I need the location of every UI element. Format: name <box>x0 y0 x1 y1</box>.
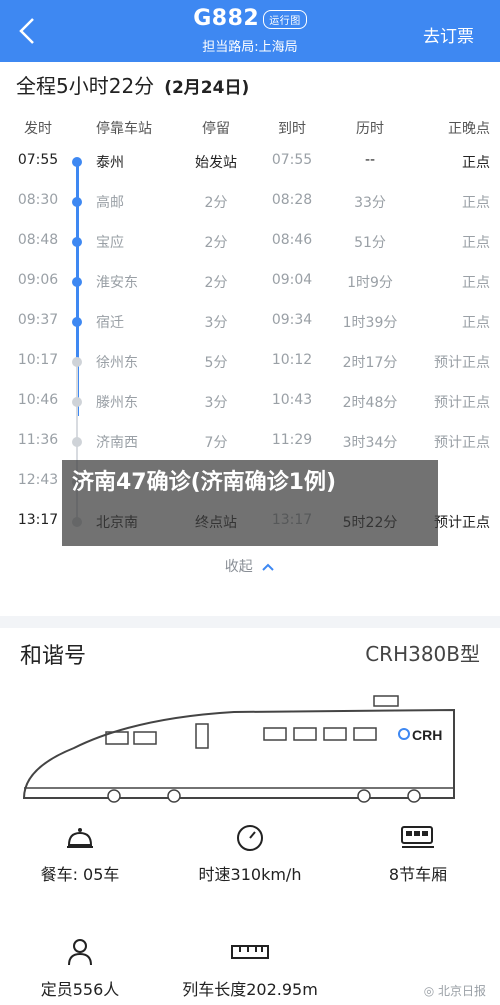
elapsed: 1时39分 <box>342 315 398 331</box>
watermark: ◎ 北京日报 <box>423 984 486 998</box>
dep-time: 09:06 <box>17 272 59 288</box>
arr-time: 08:28 <box>271 192 313 208</box>
elapsed: -- <box>364 152 376 168</box>
col-header-duration: 历时 <box>356 121 384 137</box>
elapsed: 3时34分 <box>342 435 398 451</box>
ruler-icon <box>231 945 269 959</box>
book-ticket-button[interactable]: 去订票 <box>423 22 474 47</box>
schedule-date: (2月24日) <box>164 78 250 98</box>
stay-duration: 7分 <box>204 435 228 451</box>
elapsed: 51分 <box>354 235 386 251</box>
dep-time: 08:48 <box>17 232 59 248</box>
speedometer-icon <box>237 825 263 851</box>
news-headline: 济南47确诊(济南确诊1例) <box>72 470 337 495</box>
timeline-dot <box>72 157 82 167</box>
timeline-dot <box>72 317 82 327</box>
station-name: 徐州东 <box>96 355 138 371</box>
stay-duration: 3分 <box>204 315 228 331</box>
punctuality: 预计正点 <box>434 355 490 371</box>
chevron-up-icon <box>262 563 274 571</box>
run-chart-badge[interactable]: 运行图 <box>263 9 307 29</box>
stay-duration: 2分 <box>204 195 228 211</box>
arr-time: 09:04 <box>271 272 313 288</box>
dep-time: 09:37 <box>17 312 59 328</box>
schedule-summary: 全程5小时22分 (2月24日) <box>16 74 250 98</box>
dep-time: 12:43 <box>17 472 59 488</box>
stay-duration: 3分 <box>204 395 228 411</box>
punctuality: 正点 <box>462 235 490 251</box>
train-brand: 和谐号 <box>20 644 87 669</box>
car-count-info: 8节车厢 <box>338 823 498 885</box>
capacity-label: 定员556人 <box>40 980 120 999</box>
col-header-station: 停靠车站 <box>96 121 152 137</box>
station-name: 淮安东 <box>96 275 138 291</box>
timeline-dot <box>72 397 82 407</box>
length-label: 列车长度202.95m <box>182 980 318 999</box>
punctuality: 预计正点 <box>434 395 490 411</box>
dep-time: 11:36 <box>17 432 59 448</box>
capacity-info: 定员556人 <box>0 938 160 1000</box>
timeline-dot <box>72 197 82 207</box>
elapsed: 1时9分 <box>347 275 393 291</box>
punctuality: 正点 <box>462 155 490 171</box>
elapsed: 33分 <box>354 195 386 211</box>
timeline-dot <box>72 357 82 367</box>
arr-time: 08:46 <box>271 232 313 248</box>
arr-time: 10:12 <box>271 352 313 368</box>
arr-time: 10:43 <box>271 392 313 408</box>
train-illustration: CRH <box>22 695 455 803</box>
station-name: 济南西 <box>96 435 138 451</box>
punctuality: 预计正点 <box>434 435 490 451</box>
station-name: 泰州 <box>96 155 124 171</box>
col-header-stay: 停留 <box>202 121 230 137</box>
stay-duration: 5分 <box>204 355 228 371</box>
punctuality: 正点 <box>462 275 490 291</box>
timeline-dot <box>72 277 82 287</box>
train-car-icon <box>401 826 434 848</box>
punctuality: 正点 <box>462 315 490 331</box>
elapsed: 2时48分 <box>342 395 398 411</box>
col-header-punctuality: 正晚点 <box>448 121 490 137</box>
timeline-dot <box>72 437 82 447</box>
train-info-card: 和谐号 CRH380B型 CRH 餐车: 05车 时速310km/h 8节车厢 … <box>0 628 500 1005</box>
col-header-arr: 到时 <box>278 121 306 137</box>
arr-time: 09:34 <box>271 312 313 328</box>
dining-icon <box>67 828 93 848</box>
dep-time: 07:55 <box>17 152 59 168</box>
dep-time: 10:46 <box>17 392 59 408</box>
top-bar: G882 运行图 担当路局:上海局 去订票 <box>0 0 500 62</box>
stay-duration: 2分 <box>204 235 228 251</box>
person-icon <box>68 939 92 966</box>
dep-time: 10:17 <box>17 352 59 368</box>
arr-time: 11:29 <box>271 432 313 448</box>
arr-time: 07:55 <box>271 152 313 168</box>
news-caption-overlay: 济南47确诊(济南确诊1例) <box>62 460 438 546</box>
car-count-label: 8节车厢 <box>388 865 448 884</box>
timeline-dot <box>72 237 82 247</box>
dining-car-info: 餐车: 05车 <box>0 823 160 885</box>
col-header-dep: 发时 <box>24 121 52 137</box>
dep-time: 08:30 <box>17 192 59 208</box>
collapse-button[interactable]: 收起 <box>0 556 500 576</box>
punctuality: 正点 <box>462 195 490 211</box>
station-name: 滕州东 <box>96 395 138 411</box>
station-name: 宿迁 <box>96 315 124 331</box>
stay-duration: 2分 <box>204 275 228 291</box>
train-model: CRH380B型 <box>365 642 480 666</box>
crh-logo: CRH <box>412 727 442 743</box>
station-name: 宝应 <box>96 235 124 251</box>
dining-label: 餐车: 05车 <box>40 865 120 884</box>
dep-time: 13:17 <box>17 512 59 528</box>
station-name: 高邮 <box>96 195 124 211</box>
stay-duration: 始发站 <box>195 155 237 171</box>
length-info: 列车长度202.95m <box>170 938 330 1000</box>
wechat-icon: ◎ <box>423 984 438 998</box>
elapsed: 2时17分 <box>342 355 398 371</box>
speed-label: 时速310km/h <box>198 865 302 884</box>
speed-info: 时速310km/h <box>170 823 330 885</box>
